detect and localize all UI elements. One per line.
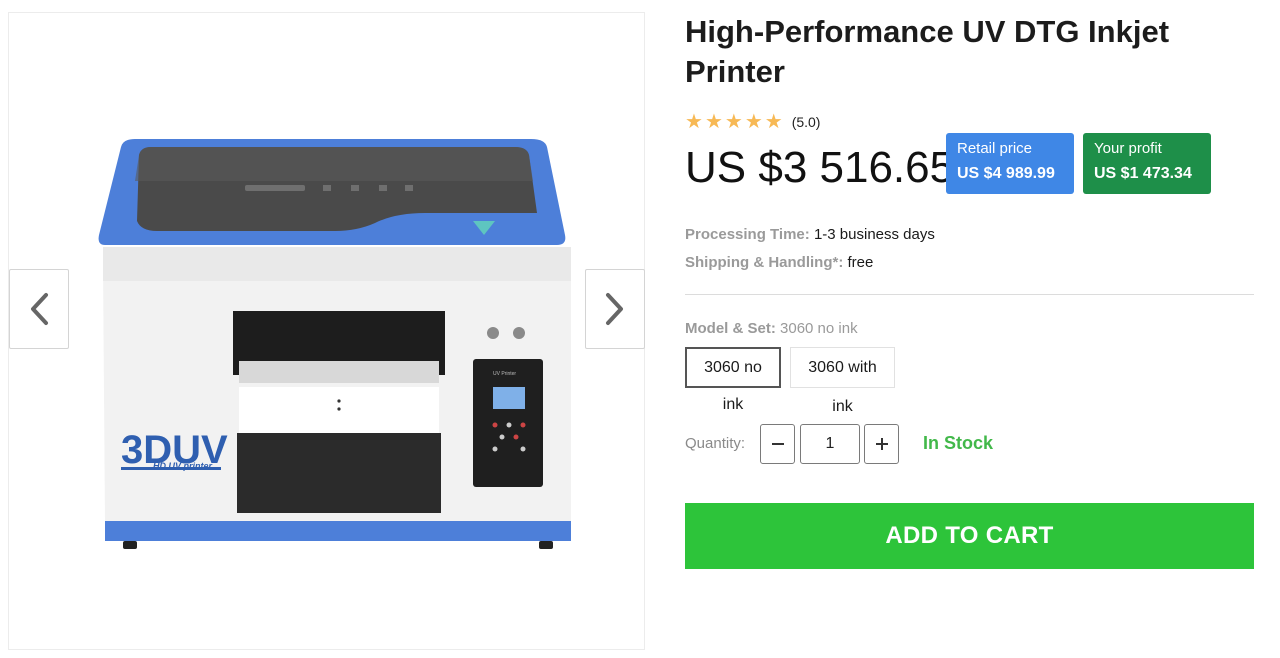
star-icon: ★ xyxy=(704,111,723,133)
star-icon: ★ xyxy=(685,111,703,133)
quantity-decrease-button[interactable] xyxy=(760,424,795,464)
svg-text:UV Printer: UV Printer xyxy=(493,371,516,377)
star-icon: ★ xyxy=(744,111,763,133)
product-price: US $3 516.65 xyxy=(685,143,955,192)
model-option-no-ink[interactable]: 3060 no ink xyxy=(685,347,781,413)
product-gallery: 3DUV HD UV printer UV Printer xyxy=(8,12,645,650)
model-set-label: Model & Set: xyxy=(685,320,776,337)
chevron-left-icon xyxy=(31,293,48,325)
quantity-increase-button[interactable] xyxy=(864,424,899,464)
profit-value: US $1 473.34 xyxy=(1094,165,1192,182)
retail-price-label: Retail price xyxy=(957,140,1033,157)
model-option-with-ink[interactable]: 3060 with ink xyxy=(790,347,895,415)
quantity-input[interactable] xyxy=(800,424,860,464)
rating-value: (5.0) xyxy=(791,114,821,130)
chevron-right-icon xyxy=(606,293,623,325)
retail-price-value: US $4 989.99 xyxy=(957,165,1055,182)
retail-price-badge: Retail price US $4 989.99 xyxy=(946,133,1074,194)
rating-stars: ★ ★ ★ ★ ★ xyxy=(685,112,783,132)
profit-badge: Your profit US $1 473.34 xyxy=(1083,133,1211,194)
processing-time-label: Processing Time: xyxy=(685,226,810,243)
plus-icon xyxy=(875,438,888,450)
model-set-selected: 3060 no ink xyxy=(780,320,858,337)
gallery-prev-button[interactable] xyxy=(9,269,69,349)
shipping-value: free xyxy=(847,254,874,271)
model-set: Model & Set: 3060 no ink xyxy=(685,320,858,338)
quantity-label: Quantity: xyxy=(685,435,746,452)
product-title: High-Performance UV DTG Inkjet Printer xyxy=(685,14,1170,89)
add-to-cart-button[interactable]: ADD TO CART xyxy=(685,503,1254,569)
star-icon: ★ xyxy=(764,111,783,133)
processing-time: Processing Time: 1-3 business days xyxy=(685,226,935,244)
product-rating[interactable]: ★ ★ ★ ★ ★ (5.0) xyxy=(685,112,820,132)
minus-icon xyxy=(771,443,784,445)
svg-text:HD UV printer: HD UV printer xyxy=(153,461,213,471)
profit-label: Your profit xyxy=(1094,140,1162,157)
stock-status: In Stock xyxy=(923,433,994,453)
star-icon: ★ xyxy=(724,111,743,133)
shipping-handling: Shipping & Handling*: free xyxy=(685,254,873,272)
shipping-label: Shipping & Handling*: xyxy=(685,254,844,271)
divider xyxy=(685,294,1254,295)
product-image: 3DUV HD UV printer UV Printer xyxy=(98,139,571,549)
gallery-next-button[interactable] xyxy=(585,269,645,349)
processing-time-value: 1-3 business days xyxy=(813,226,935,243)
model-options: 3060 no ink 3060 with ink xyxy=(685,347,895,415)
